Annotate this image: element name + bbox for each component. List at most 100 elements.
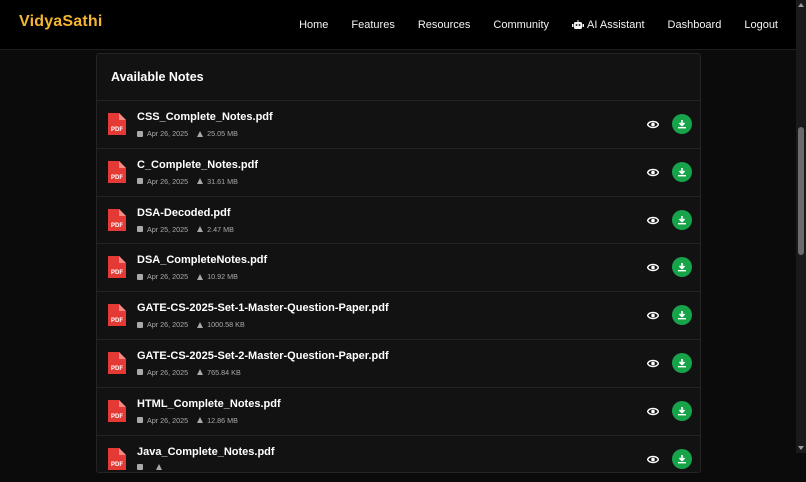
weight-icon bbox=[197, 178, 204, 185]
note-size: 1000.58 KB bbox=[207, 320, 245, 330]
svg-text:PDF: PDF bbox=[111, 175, 123, 181]
note-size: 12.86 MB bbox=[207, 415, 238, 425]
weight-icon bbox=[197, 369, 204, 376]
notes-panel: Available Notes PDF CSS_Complete_Notes.p… bbox=[96, 53, 701, 473]
eye-icon[interactable] bbox=[647, 455, 659, 464]
svg-text:PDF: PDF bbox=[111, 318, 123, 324]
brand-part1: Vidya bbox=[19, 13, 63, 30]
note-date: Apr 26, 2025 bbox=[147, 272, 189, 282]
download-button[interactable] bbox=[672, 305, 692, 326]
nav-logout[interactable]: Logout bbox=[744, 19, 778, 31]
note-size: 31.61 MB bbox=[207, 176, 238, 186]
note-filename: HTML_Complete_Notes.pdf bbox=[137, 397, 281, 410]
eye-icon[interactable] bbox=[647, 216, 659, 225]
scroll-thumb[interactable] bbox=[798, 127, 804, 255]
pdf-file-icon: PDF bbox=[108, 399, 126, 422]
download-button[interactable] bbox=[672, 352, 692, 373]
note-meta: Apr 26, 2025 31.61 MB bbox=[137, 177, 238, 186]
navbar: VidyaSathi Home Features Resources Commu… bbox=[0, 0, 796, 50]
download-icon bbox=[678, 406, 686, 416]
calendar-icon bbox=[137, 321, 143, 328]
note-filename: CSS_Complete_Notes.pdf bbox=[137, 111, 273, 123]
nav-dashboard[interactable]: Dashboard bbox=[668, 19, 722, 31]
note-date: Apr 26, 2025 bbox=[147, 415, 189, 425]
note-date: Apr 25, 2025 bbox=[147, 224, 189, 234]
note-size: 10.92 MB bbox=[207, 272, 238, 282]
nav-home[interactable]: Home bbox=[299, 19, 328, 31]
pdf-file-icon: PDF bbox=[108, 160, 126, 183]
note-filename: Java_Complete_Notes.pdf bbox=[137, 445, 275, 458]
eye-icon[interactable] bbox=[647, 263, 659, 272]
list-item: PDF HTML_Complete_Notes.pdf Apr 26, 2025… bbox=[97, 386, 700, 435]
calendar-icon bbox=[137, 178, 143, 185]
pdf-file-icon: PDF bbox=[108, 351, 126, 374]
note-size: 25.05 MB bbox=[207, 129, 238, 138]
nav-community[interactable]: Community bbox=[493, 19, 549, 31]
nav-ai-assistant[interactable]: AI Assistant bbox=[572, 19, 645, 31]
download-button[interactable] bbox=[672, 400, 692, 421]
calendar-icon bbox=[137, 417, 143, 424]
brand-part2: Sathi bbox=[62, 13, 103, 30]
panel-title: Available Notes bbox=[111, 70, 204, 84]
note-filename: GATE-CS-2025-Set-2-Master-Question-Paper… bbox=[137, 349, 389, 362]
note-meta: Apr 26, 2025 1000.58 KB bbox=[137, 320, 245, 329]
weight-icon bbox=[197, 321, 204, 328]
robot-icon bbox=[572, 20, 585, 29]
nav-ai-assistant-label: AI Assistant bbox=[587, 19, 645, 31]
list-item: PDF GATE-CS-2025-Set-1-Master-Question-P… bbox=[97, 291, 700, 339]
download-button[interactable] bbox=[672, 209, 692, 230]
eye-icon[interactable] bbox=[647, 168, 659, 177]
note-meta bbox=[137, 463, 166, 470]
eye-icon[interactable] bbox=[647, 120, 659, 129]
note-meta: Apr 25, 2025 2.47 MB bbox=[137, 225, 234, 234]
scroll-down-icon[interactable] bbox=[798, 446, 804, 450]
nav-features[interactable]: Features bbox=[351, 19, 394, 31]
list-item: PDF Java_Complete_Notes.pdf bbox=[97, 434, 700, 482]
pdf-file-icon: PDF bbox=[108, 113, 126, 135]
pdf-file-icon: PDF bbox=[108, 304, 126, 327]
weight-icon bbox=[156, 463, 162, 470]
weight-icon bbox=[197, 273, 204, 280]
download-button[interactable] bbox=[672, 114, 692, 134]
download-button[interactable] bbox=[672, 448, 692, 469]
weight-icon bbox=[197, 226, 204, 233]
list-item: PDF DSA_CompleteNotes.pdf Apr 26, 2025 1… bbox=[97, 243, 700, 291]
svg-text:PDF: PDF bbox=[111, 366, 123, 372]
eye-icon[interactable] bbox=[647, 359, 659, 368]
nav-links: Home Features Resources Community AI Ass… bbox=[276, 0, 778, 50]
note-date: Apr 26, 2025 bbox=[147, 176, 189, 186]
note-size: 2.47 MB bbox=[207, 224, 234, 234]
svg-text:PDF: PDF bbox=[111, 127, 123, 133]
weight-icon bbox=[197, 417, 204, 424]
download-icon bbox=[678, 120, 686, 129]
note-meta: Apr 26, 2025 765.84 KB bbox=[137, 368, 241, 377]
download-icon bbox=[678, 358, 686, 368]
note-size: 765.84 KB bbox=[207, 367, 241, 377]
pdf-file-icon: PDF bbox=[108, 447, 126, 470]
scroll-up-icon[interactable] bbox=[798, 3, 804, 7]
svg-text:PDF: PDF bbox=[111, 223, 123, 229]
note-meta: Apr 26, 2025 25.05 MB bbox=[137, 129, 238, 138]
eye-icon[interactable] bbox=[647, 407, 659, 416]
list-item: PDF CSS_Complete_Notes.pdf Apr 26, 2025 … bbox=[97, 100, 700, 148]
pdf-file-icon: PDF bbox=[108, 256, 126, 279]
note-filename: DSA-Decoded.pdf bbox=[137, 206, 231, 219]
calendar-icon bbox=[137, 463, 143, 470]
list-item: PDF DSA-Decoded.pdf Apr 25, 2025 2.47 MB bbox=[97, 195, 700, 244]
download-icon bbox=[678, 167, 686, 177]
calendar-icon bbox=[137, 226, 143, 233]
list-item: PDF C_Complete_Notes.pdf Apr 26, 2025 31… bbox=[97, 147, 700, 196]
download-button[interactable] bbox=[672, 161, 692, 182]
note-filename: C_Complete_Notes.pdf bbox=[137, 158, 259, 171]
svg-text:PDF: PDF bbox=[111, 270, 123, 276]
download-button[interactable] bbox=[672, 257, 692, 278]
note-date: Apr 26, 2025 bbox=[147, 320, 189, 330]
nav-resources[interactable]: Resources bbox=[418, 19, 471, 31]
scrollbar[interactable] bbox=[796, 0, 806, 453]
brand-logo[interactable]: VidyaSathi bbox=[19, 13, 103, 31]
weight-icon bbox=[197, 130, 204, 137]
svg-text:PDF: PDF bbox=[111, 414, 123, 420]
download-icon bbox=[678, 454, 686, 463]
eye-icon[interactable] bbox=[647, 311, 659, 320]
note-date: Apr 26, 2025 bbox=[147, 129, 189, 138]
